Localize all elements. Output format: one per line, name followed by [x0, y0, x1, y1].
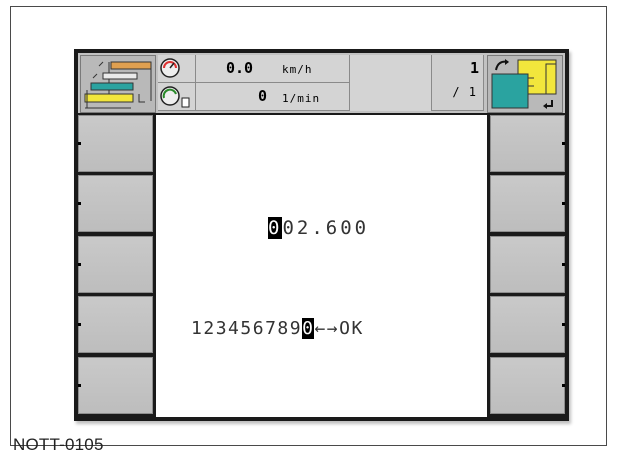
rpm-value: 0 — [258, 87, 268, 105]
left-softkey-2[interactable] — [78, 175, 153, 232]
speedometer-icon — [158, 55, 196, 83]
key-1[interactable]: 1 — [191, 318, 203, 339]
key-9[interactable]: 9 — [290, 318, 302, 339]
entry-cursor-digit: 0 — [268, 217, 283, 239]
key-ok[interactable]: OK — [339, 318, 364, 339]
left-softkey-column — [78, 115, 153, 417]
key-6[interactable]: 6 — [253, 318, 265, 339]
key-0-selected[interactable]: 0 — [302, 318, 315, 339]
speed-readout: 0.0 km/h — [196, 55, 350, 83]
key-7[interactable]: 7 — [265, 318, 277, 339]
left-softkey-3[interactable] — [78, 236, 153, 293]
entry-value: 02.600 — [282, 217, 370, 239]
rpm-readout: 0 1/min — [196, 83, 350, 111]
key-left-arrow[interactable]: ← — [314, 318, 326, 339]
left-softkey-1[interactable] — [78, 115, 153, 172]
counter-bottom: / 1 — [452, 85, 477, 99]
implement-icon[interactable] — [80, 55, 156, 113]
key-4[interactable]: 4 — [228, 318, 240, 339]
rpm-unit: 1/min — [282, 92, 321, 105]
left-softkey-4[interactable] — [78, 296, 153, 353]
status-spacer — [350, 55, 432, 111]
right-softkey-4[interactable] — [490, 296, 565, 353]
right-softkey-column — [490, 115, 565, 417]
key-8[interactable]: 8 — [277, 318, 289, 339]
key-2[interactable]: 2 — [203, 318, 215, 339]
counter-top: 1 — [469, 59, 479, 77]
speed-value: 0.0 — [226, 59, 254, 77]
rpm-gauge-icon — [158, 83, 196, 111]
right-softkey-2[interactable] — [490, 175, 565, 232]
left-softkey-5[interactable] — [78, 357, 153, 414]
figure-caption: NOTT-0105 — [13, 435, 104, 454]
right-softkey-5[interactable] — [490, 357, 565, 414]
character-selector: 1234567890←→OK — [191, 318, 364, 339]
key-right-arrow[interactable]: → — [327, 318, 339, 339]
right-softkey-3[interactable] — [490, 236, 565, 293]
figure-frame: 0.0 km/h 0 1/min 1 / 1 002.600 123456789… — [10, 6, 607, 454]
key-5[interactable]: 5 — [240, 318, 252, 339]
numeric-entry-field[interactable]: 002.600 — [268, 217, 369, 239]
key-3[interactable]: 3 — [216, 318, 228, 339]
right-softkey-1[interactable] — [490, 115, 565, 172]
section-counter: 1 / 1 — [432, 55, 484, 111]
status-bar: 0.0 km/h 0 1/min 1 / 1 — [78, 53, 565, 113]
terminal-screen: 0.0 km/h 0 1/min 1 / 1 002.600 123456789… — [74, 49, 569, 421]
input-workspace: 002.600 1234567890←→OK — [156, 115, 487, 417]
implement-select-icon[interactable] — [487, 55, 563, 113]
speed-unit: km/h — [282, 63, 313, 76]
